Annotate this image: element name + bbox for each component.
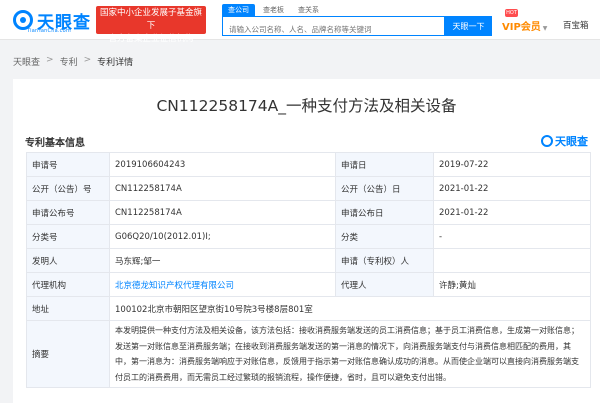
tab-company[interactable]: 查公司: [222, 4, 255, 16]
label-classification: 分类: [335, 224, 434, 249]
vip-menu[interactable]: VIP会员 ▼: [502, 18, 547, 33]
tab-relation[interactable]: 查关系: [292, 4, 325, 16]
vip-label: VIP会员: [502, 22, 541, 33]
eye-logo-icon: [541, 135, 553, 147]
value-publication-number: CN112258174A: [109, 176, 336, 201]
label-agent: 代理人: [335, 272, 434, 297]
breadcrumb-separator: >: [83, 55, 92, 65]
value-address: 100102北京市朝阳区望京街10号院3号楼8层801室: [109, 296, 591, 321]
value-announce-date: 2021-01-22: [433, 200, 591, 225]
value-applicant: [433, 248, 591, 273]
label-applicant: 申请（专利权）人: [335, 248, 434, 273]
table-row: 公开（公告）号 CN112258174A 公开（公告）日 2021-01-22: [26, 176, 591, 201]
table-row: 分类号 G06Q20/10(2012.01)I; 分类 -: [26, 224, 591, 249]
search-tabs: 查公司 查老板 查关系: [222, 4, 325, 16]
search-button[interactable]: 天眼一下: [445, 16, 492, 36]
value-agent: 许静;黄灿: [433, 272, 591, 297]
value-announce-number: CN112258174A: [109, 200, 336, 225]
section-title: 专利基本信息: [25, 138, 85, 149]
breadcrumb: 天眼查 > 专利 > 专利详情: [13, 55, 133, 68]
brand-watermark: 天眼查: [541, 133, 588, 149]
label-publication-number: 公开（公告）号: [26, 176, 110, 201]
badge-line-1: 国家中小企业发展子基金旗下: [99, 8, 202, 31]
value-inventor: 马东辉;邹一: [109, 248, 336, 273]
value-abstract: 本发明提供一种支付方法及相关设备，该方法包括：接收消费服务端发送的员工消费信息；…: [109, 320, 591, 388]
patent-detail-card: CN112258174A_一种支付方法及相关设备 专利基本信息 天眼查 申请号 …: [13, 79, 600, 403]
label-address: 地址: [26, 296, 110, 321]
label-agency: 代理机构: [26, 272, 110, 297]
table-row: 申请公布号 CN112258174A 申请公布日 2021-01-22: [26, 200, 591, 225]
government-badge[interactable]: 国家中小企业发展子基金旗下 官方备案企业征信机构: [96, 6, 206, 44]
value-classification-number: G06Q20/10(2012.01)I;: [109, 224, 336, 249]
label-announce-date: 申请公布日: [335, 200, 434, 225]
table-row: 地址 100102北京市朝阳区望京街10号院3号楼8层801室: [26, 296, 591, 321]
label-application-number: 申请号: [26, 152, 110, 177]
label-announce-number: 申请公布号: [26, 200, 110, 225]
value-classification: -: [433, 224, 591, 249]
table-row: 摘要 本发明提供一种支付方法及相关设备，该方法包括：接收消费服务端发送的员工消费…: [26, 320, 591, 388]
hot-badge: HOT: [505, 9, 518, 17]
table-row: 发明人 马东辉;邹一 申请（专利权）人: [26, 248, 591, 273]
top-header: 天眼查 TianYanCha.com 国家中小企业发展子基金旗下 官方备案企业征…: [0, 0, 600, 44]
value-application-number: 2019106604243: [109, 152, 336, 177]
search-box: [222, 16, 445, 39]
label-publication-date: 公开（公告）日: [335, 176, 434, 201]
eye-logo-icon: [13, 10, 33, 30]
table-row: 申请号 2019106604243 申请日 2019-07-22: [26, 152, 591, 177]
logo-subtitle: TianYanCha.com: [27, 28, 71, 34]
label-application-date: 申请日: [335, 152, 434, 177]
agency-link[interactable]: 北京德龙知识产权代理有限公司: [109, 272, 336, 297]
breadcrumb-separator: >: [46, 55, 54, 65]
chevron-down-icon: ▼: [542, 25, 548, 32]
value-publication-date: 2021-01-22: [433, 176, 591, 201]
page-title: CN112258174A_一种支付方法及相关设备: [156, 97, 457, 115]
section-header: 专利基本信息 天眼查: [25, 131, 588, 149]
user-menu[interactable]: 百宝箱: [563, 19, 589, 31]
breadcrumb-current: 专利详情: [97, 58, 134, 68]
brand-text: 天眼查: [555, 135, 588, 148]
search-input[interactable]: [223, 20, 444, 39]
value-application-date: 2019-07-22: [433, 152, 591, 177]
table-row: 代理机构 北京德龙知识产权代理有限公司 代理人 许静;黄灿: [26, 272, 591, 297]
tab-boss[interactable]: 查老板: [257, 4, 290, 16]
breadcrumb-patent[interactable]: 专利: [60, 55, 78, 68]
label-classification-number: 分类号: [26, 224, 110, 249]
label-inventor: 发明人: [26, 248, 110, 273]
breadcrumb-home[interactable]: 天眼查: [13, 55, 40, 68]
label-abstract: 摘要: [26, 320, 110, 388]
patent-info-table: 申请号 2019106604243 申请日 2019-07-22 公开（公告）号…: [26, 152, 591, 388]
badge-line-2: 官方备案企业征信机构: [108, 34, 194, 44]
